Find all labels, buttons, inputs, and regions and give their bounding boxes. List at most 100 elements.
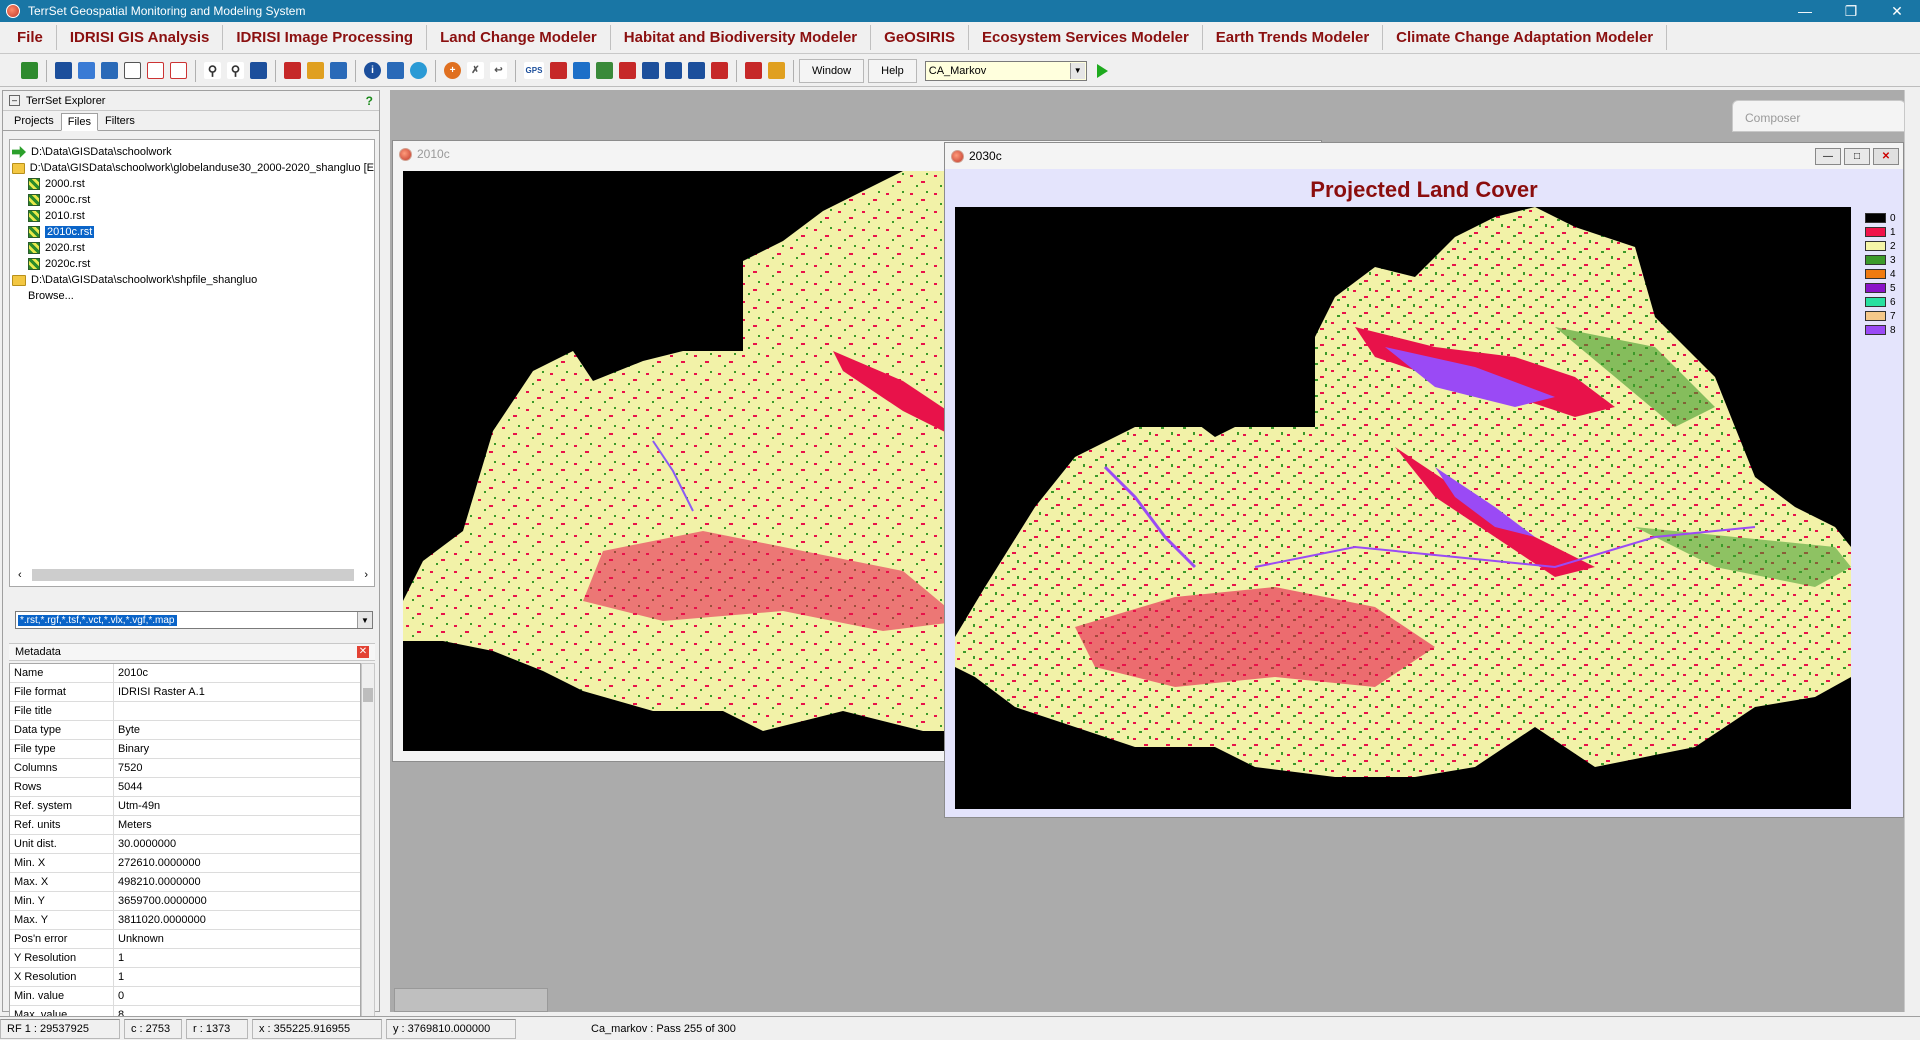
menu-geosiris[interactable]: GeOSIRIS — [871, 25, 970, 50]
info-icon[interactable]: i — [364, 62, 381, 79]
close-button[interactable]: ✕ — [1873, 147, 1899, 165]
table-icon[interactable] — [642, 62, 659, 79]
corner-icon[interactable] — [170, 62, 187, 79]
legend-item: 1 — [1865, 225, 1905, 239]
scroll-thumb[interactable] — [31, 569, 355, 581]
histogram-icon[interactable] — [550, 62, 567, 79]
export-icon[interactable] — [619, 62, 636, 79]
restore-button[interactable]: ❐ — [1828, 0, 1874, 22]
metadata-key: Y Resolution — [10, 949, 114, 967]
window-icon[interactable] — [124, 62, 141, 79]
macro-select-value: CA_Markov — [928, 64, 987, 77]
tree-item[interactable]: 2020.rst — [10, 240, 374, 256]
menu-habitat[interactable]: Habitat and Biodiversity Modeler — [611, 25, 872, 50]
metadata-value: 7520 — [118, 762, 143, 774]
cursor-icon[interactable] — [410, 62, 427, 79]
window-button[interactable]: Window — [799, 58, 865, 83]
metadata-key: Name — [10, 664, 114, 682]
model-icon[interactable] — [745, 62, 762, 79]
tree-item[interactable]: D:\Data\GISData\schoolwork\globelanduse3… — [10, 160, 374, 176]
zoom-in-icon[interactable]: ⚲ — [204, 62, 221, 79]
metadata-scrollbar[interactable] — [361, 663, 375, 1040]
minimized-window[interactable] — [394, 988, 548, 1012]
help-button[interactable]: Help — [868, 58, 917, 83]
legend-label: 7 — [1890, 310, 1896, 322]
composer-title: Composer — [1745, 111, 1801, 125]
menu-earth-trends[interactable]: Earth Trends Modeler — [1203, 25, 1384, 50]
metadata-key: Ref. system — [10, 797, 114, 815]
grid-icon[interactable] — [665, 62, 682, 79]
legend-swatch — [1865, 213, 1886, 223]
legend-label: 2 — [1890, 240, 1896, 252]
scroll-left-icon[interactable]: ‹ — [18, 569, 22, 581]
group-icon[interactable] — [330, 62, 347, 79]
minimize-button[interactable]: — — [1815, 147, 1841, 165]
tree-item[interactable]: 2000.rst — [10, 176, 374, 192]
close-button[interactable]: ✕ — [1874, 0, 1920, 22]
collapse-icon[interactable]: – — [9, 95, 20, 106]
menu-idrisi-gis[interactable]: IDRISI GIS Analysis — [57, 25, 224, 50]
menu-climate[interactable]: Climate Change Adaptation Modeler — [1383, 25, 1668, 50]
macro-select[interactable]: CA_Markov ▼ — [924, 60, 1087, 81]
legend-label: 5 — [1890, 282, 1896, 294]
waves-icon[interactable] — [573, 62, 590, 79]
workspace-scrollbar[interactable] — [1904, 90, 1920, 1012]
no-data-area — [955, 207, 1315, 427]
help-icon[interactable]: ? — [366, 94, 373, 108]
window-titlebar[interactable]: 2030c — □ ✕ — [945, 143, 1903, 169]
raster-file-icon — [28, 226, 40, 238]
menu-idrisi-image[interactable]: IDRISI Image Processing — [223, 25, 428, 50]
tab-projects[interactable]: Projects — [7, 112, 61, 130]
zoom-extent-icon[interactable] — [250, 62, 267, 79]
chevron-down-icon[interactable]: ▼ — [1069, 62, 1085, 79]
chevron-down-icon[interactable]: ▼ — [357, 612, 372, 628]
menu-file[interactable]: File — [4, 25, 57, 50]
tree-item[interactable]: 2010c.rst — [10, 224, 374, 240]
composer-panel[interactable]: Composer — [1732, 100, 1906, 132]
tab-files[interactable]: Files — [60, 113, 98, 131]
metadata-row: Name 2010c — [10, 664, 360, 683]
open-icon[interactable] — [21, 62, 38, 79]
scroll-right-icon[interactable]: › — [364, 569, 368, 581]
tree-item[interactable]: Browse... — [10, 288, 374, 304]
run-icon[interactable] — [1096, 63, 1108, 78]
tools-icon[interactable]: ✗ — [467, 62, 484, 79]
macro-icon[interactable] — [768, 62, 785, 79]
profile-icon[interactable] — [596, 62, 613, 79]
measure-icon[interactable] — [387, 62, 404, 79]
layer-icon[interactable] — [78, 62, 95, 79]
raster-file-icon — [28, 210, 40, 222]
tab-filters[interactable]: Filters — [98, 112, 142, 130]
metadata-key: File title — [10, 702, 114, 720]
pan-icon[interactable] — [284, 62, 301, 79]
gps-icon[interactable]: GPS — [524, 62, 544, 79]
composite-icon[interactable] — [101, 62, 118, 79]
tree-item[interactable]: D:\Data\GISData\schoolwork\shpfile_shang… — [10, 272, 374, 288]
legend-swatch — [1865, 311, 1886, 321]
stack-icon[interactable] — [711, 62, 728, 79]
zoom-out-icon[interactable]: ⚲ — [227, 62, 244, 79]
metadata-row: Data type Byte — [10, 721, 360, 740]
status-rf: RF 1 : 29537925 — [0, 1018, 120, 1039]
redo-icon[interactable]: ↩ — [490, 62, 507, 79]
target-icon[interactable]: + — [444, 62, 461, 79]
menu-ecosystem[interactable]: Ecosystem Services Modeler — [969, 25, 1203, 50]
metadata-value: 3659700.0000000 — [118, 895, 207, 907]
file-filter-select[interactable]: *.rst,*.rgf,*.tsf,*.vct,*.vlx,*.vgf,*.ma… — [15, 611, 373, 629]
close-icon[interactable]: ✕ — [357, 646, 369, 658]
frame-icon[interactable] — [147, 62, 164, 79]
tree-item[interactable]: D:\Data\GISData\schoolwork — [10, 144, 374, 160]
scroll-thumb[interactable] — [363, 688, 373, 702]
tree-item[interactable]: 2020c.rst — [10, 256, 374, 272]
menu-land-change[interactable]: Land Change Modeler — [427, 25, 611, 50]
tree-item[interactable]: 2000c.rst — [10, 192, 374, 208]
display-icon[interactable] — [55, 62, 72, 79]
tree-item[interactable]: 2010.rst — [10, 208, 374, 224]
list-icon[interactable] — [688, 62, 705, 79]
map-window-2030c[interactable]: 2030c — □ ✕ Projected Land Cover 0 1 2 3… — [944, 142, 1904, 818]
maximize-button[interactable]: □ — [1844, 147, 1870, 165]
horizontal-scrollbar[interactable]: ‹ › — [18, 568, 368, 582]
minimize-button[interactable]: — — [1782, 0, 1828, 22]
digitize-icon[interactable] — [307, 62, 324, 79]
map-2030c[interactable] — [955, 207, 1851, 809]
